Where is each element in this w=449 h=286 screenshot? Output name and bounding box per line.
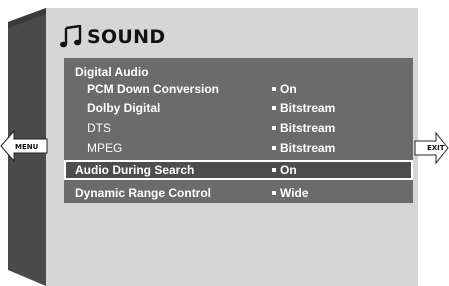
title-text: SOUND (87, 26, 166, 48)
menu-item-value: Wide (272, 186, 309, 200)
group-heading-label: Digital Audio (75, 65, 149, 79)
page-title: SOUND (59, 20, 165, 54)
menu-item-value: On (272, 163, 297, 177)
sound-menu-screen: SOUND Digital Audio PCM Down Conversion … (0, 0, 449, 286)
menu-item-label: Dynamic Range Control (75, 186, 212, 200)
value-text: On (280, 163, 297, 177)
menu-item-pcm-down-conversion[interactable]: PCM Down Conversion On (64, 79, 413, 99)
menu-item-value: Bitstream (272, 101, 335, 115)
menu-item-value: Bitstream (272, 141, 335, 155)
menu-item-label: Audio During Search (75, 163, 195, 177)
menu-item-audio-during-search[interactable]: Audio During Search On (64, 160, 413, 180)
bullet-icon (272, 168, 276, 172)
value-text: Bitstream (280, 141, 336, 155)
menu-item-dts[interactable]: DTS Bitstream (64, 118, 413, 138)
music-note-icon (60, 25, 82, 48)
value-text: Bitstream (280, 101, 336, 115)
bullet-icon (272, 87, 276, 91)
bullet-icon (272, 146, 276, 150)
exit-label: EXIT (427, 144, 445, 152)
menu-label: MENU (15, 143, 39, 151)
value-text: Bitstream (280, 121, 336, 135)
menu-item-label: MPEG (87, 141, 123, 155)
bullet-icon (272, 191, 276, 195)
menu-item-value: On (272, 82, 297, 96)
menu-item-mpeg[interactable]: MPEG Bitstream (64, 138, 413, 158)
bullet-icon (272, 106, 276, 110)
value-text: Wide (280, 186, 309, 200)
menu-item-dynamic-range-control[interactable]: Dynamic Range Control Wide (64, 183, 413, 203)
menu-item-dolby-digital[interactable]: Dolby Digital Bitstream (64, 98, 413, 118)
menu-item-label: Dolby Digital (87, 101, 161, 115)
value-text: On (280, 82, 297, 96)
menu-item-label: DTS (87, 121, 111, 135)
menu-item-value: Bitstream (272, 121, 335, 135)
menu-item-label: PCM Down Conversion (87, 82, 220, 96)
bullet-icon (272, 126, 276, 130)
